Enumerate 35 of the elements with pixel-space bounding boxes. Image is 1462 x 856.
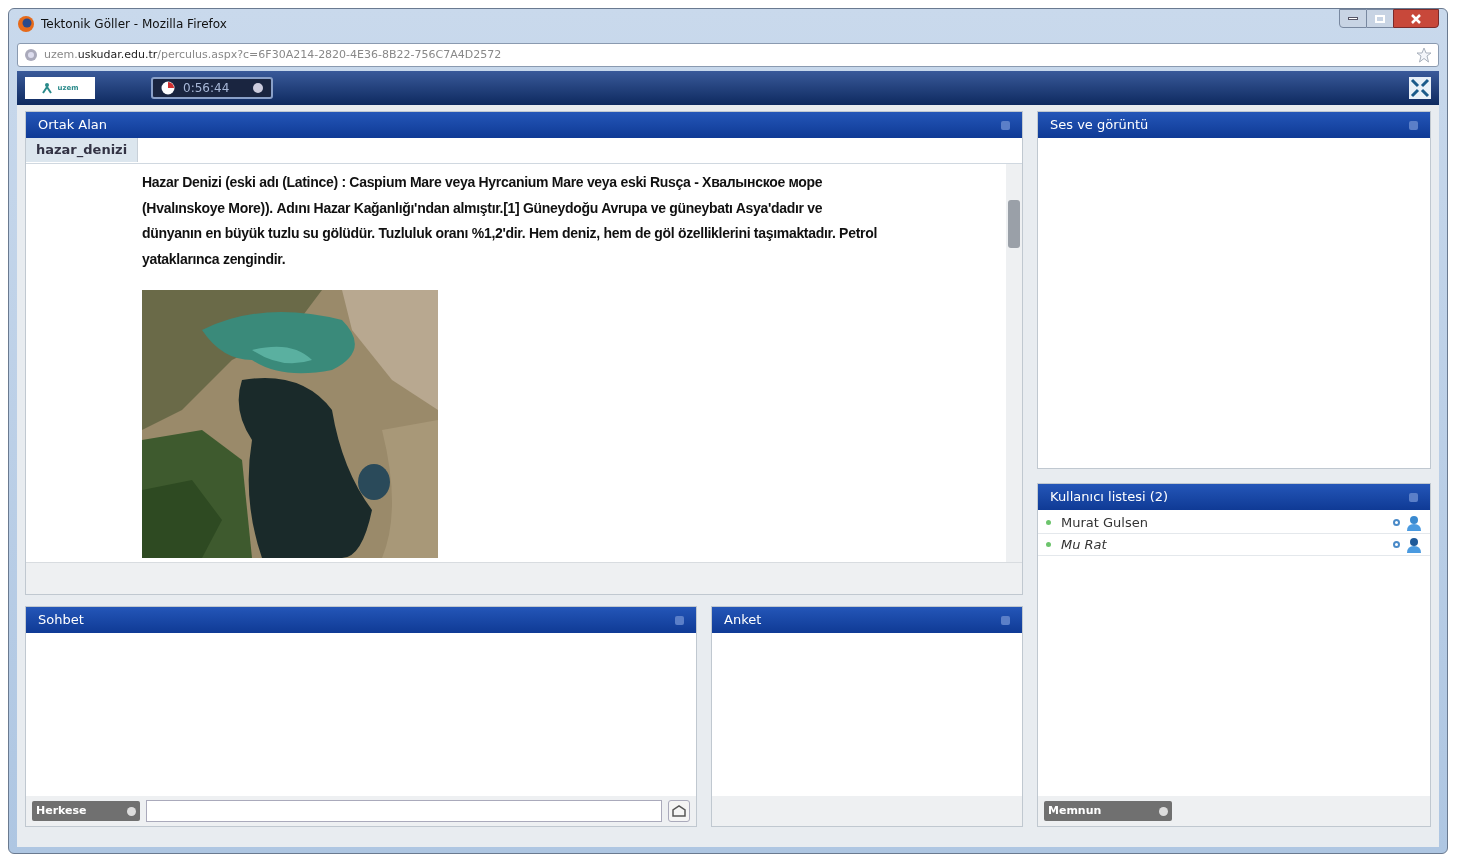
mood-dropdown[interactable]: Memnun	[1044, 801, 1172, 821]
maximize-button[interactable]	[1367, 9, 1393, 28]
clock-icon	[161, 81, 175, 95]
panel-title: Ses ve görüntü	[1050, 116, 1149, 135]
article-text: Hazar Denizi (eski adı (Latince) : Caspium Mare veya Hyrcanium Mare veya eski Rusça - Хвалынское море (Hvalınskoye More)). Adını Hazar Kağanlığı'ndan almıştır.[1] Güneydoğu Avrupa ve güneybatı Asya'dadır ve dünyanın en büyük tuzlu su gölüdür. Tuzluluk oranı %1,2'dir. Hem deniz, hem de göl özelliklerini taşımaktadır. Petrol yataklarınca zengindir.	[142, 173, 878, 269]
message-input[interactable]	[146, 800, 662, 822]
window-title: Tektonik Göller - Mozilla Firefox	[41, 16, 227, 33]
panel-menu-icon[interactable]	[675, 615, 684, 625]
scroll-thumb[interactable]	[1008, 200, 1020, 248]
user-name[interactable]: Murat Gulsen	[1061, 512, 1393, 533]
panel-title: Kullanıcı listesi (2)	[1050, 488, 1169, 507]
session-timer[interactable]: 0:56:44	[151, 77, 273, 99]
send-button[interactable]	[668, 800, 690, 822]
address-field[interactable]: uzem.uskudar.edu.tr/perculus.aspx?c=6F30A214-2820-4E36-8B22-756C7A4D2572	[17, 43, 1439, 67]
scrollbar[interactable]	[1006, 164, 1022, 562]
send-icon	[672, 805, 686, 817]
panel-menu-icon[interactable]	[1409, 492, 1418, 502]
user-icon[interactable]	[1406, 536, 1422, 553]
page-address: uzem.uskudar.edu.tr/perculus.aspx?c=6F30A214-2820-4E36-8B22-756C7A4D2572	[44, 46, 502, 63]
panel-title: Sohbet	[38, 611, 84, 630]
fullscreen-icon[interactable]	[1409, 77, 1431, 99]
close-icon	[1411, 13, 1421, 24]
user-name[interactable]: Mu Rat	[1061, 534, 1393, 555]
bookmark-star-icon[interactable]	[1416, 47, 1432, 63]
panel-menu-icon[interactable]	[1001, 120, 1010, 130]
minimize-button[interactable]	[1339, 9, 1367, 28]
panel-menu-icon[interactable]	[1409, 120, 1418, 130]
recipient-dropdown[interactable]: Herkese	[32, 801, 140, 821]
document-tab[interactable]: hazar_denizi	[26, 138, 139, 162]
panel-title: Anket	[724, 611, 762, 630]
browser-logo-icon	[17, 15, 35, 33]
panel-menu-icon[interactable]	[1001, 615, 1010, 625]
panel-title: Ortak Alan	[38, 116, 107, 135]
user-icon[interactable]	[1406, 514, 1422, 531]
close-button[interactable]	[1393, 9, 1439, 28]
